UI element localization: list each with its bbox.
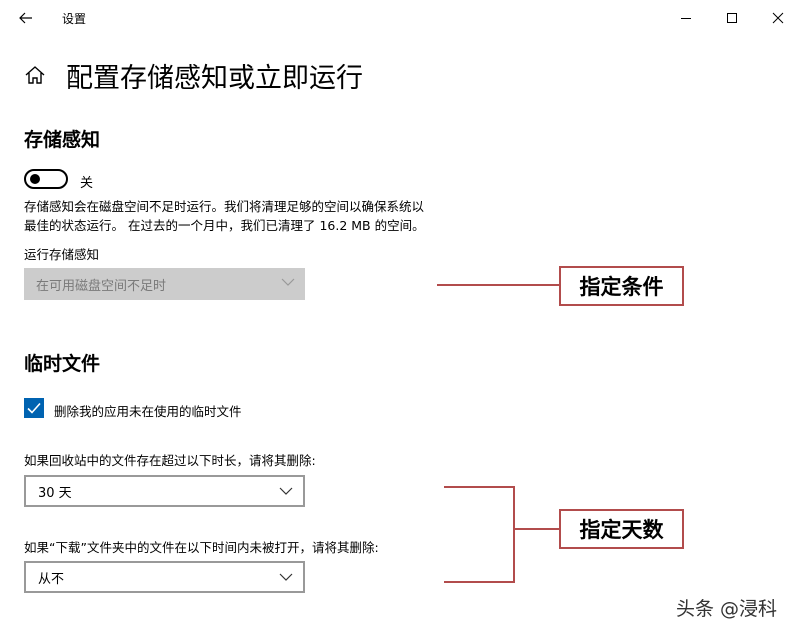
back-button[interactable] xyxy=(14,6,38,30)
run-storage-sense-label: 运行存储感知 xyxy=(24,247,100,262)
maximize-button[interactable] xyxy=(718,4,746,32)
close-button[interactable] xyxy=(764,4,792,32)
chevron-down-icon xyxy=(281,278,295,286)
chevron-down-icon xyxy=(279,487,293,495)
delete-temp-files-label: 删除我的应用未在使用的临时文件 xyxy=(54,404,242,419)
downloads-label: 如果“下载”文件夹中的文件在以下时间内未被打开，请将其删除: xyxy=(24,540,379,555)
dropdown-value: 30 天 xyxy=(38,485,72,501)
chevron-down-icon xyxy=(279,573,293,581)
watermark: 头条 @浸科 xyxy=(676,598,778,620)
checkmark-icon xyxy=(27,402,41,414)
close-icon xyxy=(772,12,784,24)
app-title: 设置 xyxy=(62,12,87,26)
description-line: 最佳的状态运行。 在过去的一个月中，我们已清理了 16.2 MB 的空间。 xyxy=(24,218,425,233)
description-line: 存储感知会在磁盘空间不足时运行。我们将清理足够的空间以确保系统以 xyxy=(24,199,425,214)
recycle-bin-label: 如果回收站中的文件存在超过以下时长，请将其删除: xyxy=(24,453,316,468)
downloads-dropdown[interactable]: 从不 xyxy=(24,561,305,593)
maximize-icon xyxy=(727,13,737,23)
storage-sense-toggle[interactable] xyxy=(24,169,68,189)
back-arrow-icon xyxy=(19,12,32,24)
storage-sense-description: 存储感知会在磁盘空间不足时运行。我们将清理足够的空间以确保系统以 最佳的状态运行… xyxy=(24,197,494,235)
days-bracket xyxy=(444,486,559,583)
minimize-button[interactable] xyxy=(672,4,700,32)
page-title: 配置存储感知或立即运行 xyxy=(66,63,363,94)
minimize-icon xyxy=(681,18,691,19)
home-icon[interactable] xyxy=(24,64,46,86)
toggle-knob xyxy=(30,174,40,184)
dropdown-value: 在可用磁盘空间不足时 xyxy=(36,278,167,294)
toggle-state-label: 关 xyxy=(80,176,94,191)
title-bar: 设置 xyxy=(0,0,800,36)
delete-temp-files-checkbox[interactable] xyxy=(24,398,44,418)
callout-specify-condition: 指定条件 xyxy=(559,266,684,306)
section-title-temp-files: 临时文件 xyxy=(24,353,101,375)
run-storage-sense-dropdown[interactable]: 在可用磁盘空间不足时 xyxy=(24,268,305,300)
callout-specify-days: 指定天数 xyxy=(559,509,684,549)
recycle-bin-dropdown[interactable]: 30 天 xyxy=(24,475,305,507)
dropdown-value: 从不 xyxy=(38,571,65,587)
section-title-storage-sense: 存储感知 xyxy=(24,129,101,151)
